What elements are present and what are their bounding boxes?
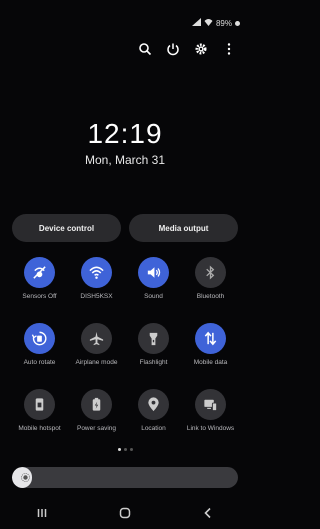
media-output-button[interactable]: Media output	[129, 214, 238, 242]
tile-label: Sound	[144, 293, 163, 300]
quick-settings-grid: Sensors Off DISH5KSX Sound Bluetooth Aut…	[11, 257, 239, 441]
tile-label: Sensors Off	[22, 293, 57, 300]
tile-circle	[195, 389, 226, 420]
bluetooth-icon	[206, 265, 215, 280]
link-to-windows-icon	[204, 399, 218, 412]
tile-circle	[81, 323, 112, 354]
mobile-data-icon	[204, 331, 217, 346]
quick-panel-actions	[138, 42, 236, 56]
tile-label: Mobile hotspot	[18, 425, 61, 432]
tile-label: Auto rotate	[23, 359, 56, 366]
wifi-status-icon	[204, 18, 213, 28]
clock-date: Mon, March 31	[84, 153, 166, 167]
tile-label: Power saving	[76, 425, 117, 432]
tile-label: Airplane mode	[75, 359, 118, 366]
auto-rotate-icon	[31, 331, 47, 346]
tile-mobile-hotspot[interactable]: Mobile hotspot	[11, 389, 68, 441]
back-button[interactable]	[201, 506, 215, 520]
brightness-slider[interactable]	[12, 467, 238, 488]
tile-circle	[138, 257, 169, 288]
tile-label: Bluetooth	[196, 293, 225, 300]
flashlight-icon	[149, 332, 158, 346]
tile-circle	[81, 257, 112, 288]
tile-circle	[195, 323, 226, 354]
location-icon	[148, 397, 159, 412]
status-bar: 89%	[191, 18, 240, 28]
clock-time: 12:19	[87, 118, 163, 149]
tile-sound[interactable]: Sound	[125, 257, 182, 309]
tile-circle	[195, 257, 226, 288]
tile-label: DISH5KSX	[80, 293, 113, 300]
tile-label: Flashlight	[139, 359, 168, 366]
tile-circle	[138, 323, 169, 354]
battery-percent: 89%	[215, 18, 232, 28]
tile-label: Link to Windows	[186, 425, 235, 432]
page-indicator	[0, 448, 250, 451]
more-options-icon[interactable]	[222, 42, 236, 56]
airplane-icon	[89, 331, 104, 346]
wifi-icon	[89, 266, 104, 279]
hotspot-icon	[35, 398, 44, 411]
signal-icon	[191, 18, 201, 28]
tile-airplane-mode[interactable]: Airplane mode	[68, 323, 125, 375]
tile-location[interactable]: Location	[125, 389, 182, 441]
search-icon[interactable]	[138, 42, 152, 56]
power-saving-icon	[92, 397, 101, 411]
tile-auto-rotate[interactable]: Auto rotate	[11, 323, 68, 375]
tile-circle	[24, 389, 55, 420]
tile-label: Mobile data	[193, 359, 228, 366]
tile-flashlight[interactable]: Flashlight	[125, 323, 182, 375]
tile-power-saving[interactable]: Power saving	[68, 389, 125, 441]
sound-icon	[147, 267, 161, 278]
tile-label: Location	[141, 425, 166, 432]
navigation-bar	[0, 503, 250, 523]
tile-circle	[81, 389, 112, 420]
tile-circle	[24, 257, 55, 288]
tile-sensors-off[interactable]: Sensors Off	[11, 257, 68, 309]
page-dot	[123, 448, 127, 451]
sensors-off-icon	[33, 266, 46, 279]
page-dot	[117, 448, 121, 451]
brightness-icon	[21, 473, 30, 482]
recents-button[interactable]	[35, 506, 49, 520]
gear-icon[interactable]	[194, 42, 208, 56]
battery-icon	[235, 20, 240, 26]
tile-bluetooth[interactable]: Bluetooth	[182, 257, 239, 309]
power-icon[interactable]	[166, 42, 180, 56]
tile-mobile-data[interactable]: Mobile data	[182, 323, 239, 375]
page-dot	[129, 448, 133, 451]
home-button[interactable]	[118, 506, 132, 520]
device-control-button[interactable]: Device control	[12, 214, 121, 242]
tile-circle	[24, 323, 55, 354]
tile-circle	[138, 389, 169, 420]
tile-wifi[interactable]: DISH5KSX	[68, 257, 125, 309]
tile-link-to-windows[interactable]: Link to Windows	[182, 389, 239, 441]
